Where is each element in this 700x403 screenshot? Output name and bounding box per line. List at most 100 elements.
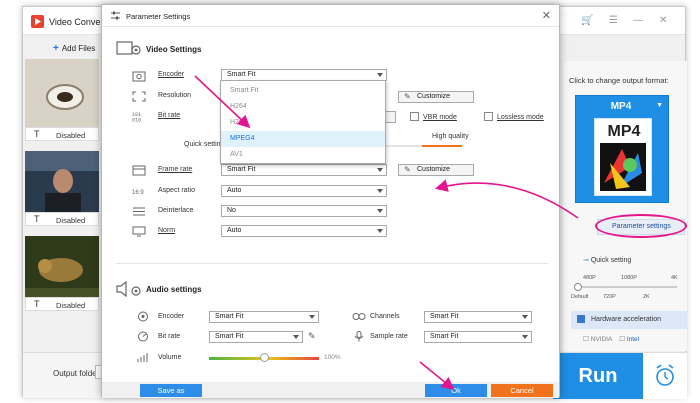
subtitle-bar-1[interactable]: T Disabled <box>25 127 99 141</box>
add-files-label: Add Files <box>61 44 96 53</box>
deinterlace-icon <box>133 207 145 216</box>
bitrate-icon: 101010 <box>132 112 141 122</box>
norm-label: Norm <box>158 227 176 234</box>
quick-setting-label: ⊸ Quick setting <box>583 257 632 264</box>
quick-setting-slider[interactable] <box>574 283 677 291</box>
quick-tick: Default <box>571 294 589 300</box>
encoder-value: Smart Fit <box>227 71 256 78</box>
ok-button[interactable]: Ok <box>425 384 487 397</box>
caret-down-icon <box>293 335 299 339</box>
thumbnail-image <box>25 151 99 219</box>
slider-knob[interactable] <box>574 283 582 291</box>
close-icon[interactable]: ✕ <box>542 9 551 22</box>
hardware-acceleration-label: Hardware acceleration <box>591 316 662 323</box>
framerate-icon <box>132 165 146 176</box>
menu-icon[interactable]: ☰ <box>609 15 618 26</box>
thumbnail-image <box>25 236 99 304</box>
audio-bitrate-label: Bit rate <box>158 333 181 340</box>
audio-encoder-value: Smart Fit <box>215 313 244 320</box>
cancel-button[interactable]: Cancel <box>491 384 553 397</box>
caret-down-icon <box>377 229 383 233</box>
resolution-customize-button[interactable]: ✎ Customize <box>398 91 474 103</box>
highlight-ellipse <box>595 214 687 238</box>
video-settings-icon <box>116 41 141 55</box>
norm-icon <box>132 226 146 237</box>
deinterlace-label: Deinterlace <box>158 207 194 214</box>
subtitle-bar-3[interactable]: T Disabled <box>25 297 99 311</box>
subtitle-status: Disabled <box>56 301 86 310</box>
thumbnail-image <box>25 59 99 127</box>
subtitle-bar-2[interactable]: T Disabled <box>25 212 99 226</box>
audio-encoder-label: Encoder <box>158 313 185 320</box>
caret-down-icon: ▼ <box>656 102 663 109</box>
close-app-icon[interactable]: ✕ <box>659 15 667 26</box>
vbr-mode-checkbox[interactable]: VBR mode <box>410 112 457 121</box>
quick-setting-label: Quick settin <box>184 141 221 148</box>
caret-down-icon <box>309 315 315 319</box>
audio-bitrate-dropdown[interactable]: Smart Fit <box>209 331 303 343</box>
quick-tick: 2K <box>643 294 650 300</box>
quick-tick: 720P <box>603 294 616 300</box>
add-files-button[interactable]: + Add Files <box>53 43 95 54</box>
sample-rate-label: Sample rate <box>370 333 408 340</box>
subtitle-icon: T <box>34 299 40 309</box>
sample-rate-value: Smart Fit <box>430 333 459 340</box>
volume-value: 100% <box>324 354 341 361</box>
parameter-settings-dialog: Parameter Settings ✕ Video Settings Enco… <box>101 4 560 398</box>
encoder-options-list: Smart Fit H264 H265 MPEG4 AV1 <box>220 80 386 164</box>
audio-encoder-icon <box>138 311 148 322</box>
audio-bitrate-value: Smart Fit <box>215 333 244 340</box>
encoder-option[interactable]: AV1 <box>221 147 385 163</box>
encoder-option[interactable]: H264 <box>221 99 385 115</box>
microphone-icon <box>354 331 364 342</box>
channels-dropdown[interactable]: Smart Fit <box>424 311 532 323</box>
pencil-icon[interactable]: ✎ <box>308 331 316 342</box>
video-thumbnail-3[interactable] <box>25 236 99 304</box>
subtitle-status: Disabled <box>56 216 86 225</box>
format-icon-text: MP4 <box>607 123 641 140</box>
lossless-mode-checkbox[interactable]: Lossless mode <box>484 112 544 121</box>
resolution-icon <box>132 91 146 102</box>
aspect-ratio-label: Aspect ratio <box>158 187 195 194</box>
framerate-dropdown[interactable]: Smart Fit <box>221 164 387 176</box>
alarm-clock-button[interactable] <box>643 353 687 399</box>
encoder-option-selected[interactable]: MPEG4 <box>221 131 385 147</box>
audio-encoder-dropdown[interactable]: Smart Fit <box>209 311 319 323</box>
sample-rate-dropdown[interactable]: Smart Fit <box>424 331 532 343</box>
video-thumbnail-2[interactable] <box>25 151 99 219</box>
run-button[interactable]: Run <box>553 353 643 399</box>
volume-slider[interactable] <box>209 353 319 362</box>
encoder-icon <box>132 71 146 82</box>
deinterlace-dropdown[interactable]: No <box>221 205 387 217</box>
audio-bitrate-icon <box>138 331 148 342</box>
svg-text:16:9: 16:9 <box>132 190 144 196</box>
pencil-icon: ✎ <box>404 92 411 101</box>
dialog-title: Parameter Settings <box>126 12 191 21</box>
aspect-ratio-value: Auto <box>227 187 242 194</box>
volume-knob[interactable] <box>260 353 269 362</box>
caret-down-icon <box>377 189 383 193</box>
bitrate-label: Bit rate <box>158 112 181 119</box>
minimize-icon[interactable]: — <box>633 15 643 26</box>
intel-checkbox[interactable]: ☐ Intel <box>619 336 639 343</box>
channels-label: Channels <box>370 313 400 320</box>
film-strip-icon <box>600 143 646 191</box>
framerate-customize-button[interactable]: ✎ Customize <box>398 164 474 176</box>
cart-icon[interactable]: 🛒 <box>581 15 593 26</box>
encoder-option[interactable]: Smart Fit <box>221 83 385 99</box>
save-as-button[interactable]: Save as <box>140 384 202 397</box>
subtitle-status: Disabled <box>56 131 86 140</box>
video-thumbnail-1[interactable] <box>25 59 99 127</box>
subtitle-icon: T <box>34 129 40 139</box>
nvidia-checkbox[interactable]: ☐ NVIDIA <box>583 336 612 343</box>
norm-dropdown[interactable]: Auto <box>221 225 387 237</box>
output-format-selector[interactable]: MP4 ▼ MP4 <box>575 95 669 203</box>
encoder-option[interactable]: H265 <box>221 115 385 131</box>
hardware-acceleration-toggle[interactable]: Hardware acceleration <box>571 311 687 329</box>
framerate-label: Frame rate <box>158 166 193 173</box>
caret-down-icon <box>377 209 383 213</box>
app-logo-icon <box>31 15 44 28</box>
alarm-clock-icon <box>656 364 674 386</box>
norm-value: Auto <box>227 227 242 234</box>
aspect-ratio-dropdown[interactable]: Auto <box>221 185 387 197</box>
